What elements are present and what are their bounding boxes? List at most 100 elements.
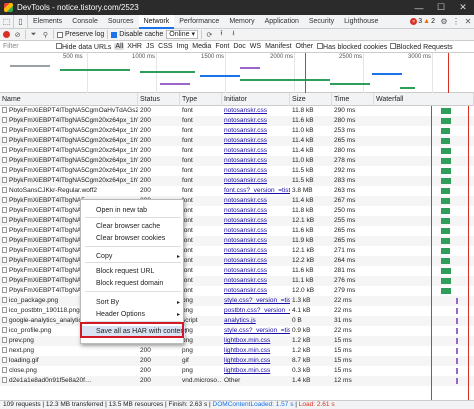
tab-sources[interactable]: Sources — [103, 15, 139, 29]
table-row[interactable]: prev.png200pnglightbox.min.css1.2 kB15 m… — [0, 336, 474, 346]
table-row[interactable]: PbykFmXiEBPT4ITbgNA5CgmOaHvTdAGs2YrNRtoa… — [0, 106, 474, 116]
column-header-waterfall[interactable]: Waterfall — [374, 93, 474, 106]
record-icon[interactable] — [3, 31, 10, 38]
cell-initiator[interactable]: notosanskr.css — [222, 246, 290, 256]
inspect-element-icon[interactable]: ⬚ — [0, 14, 14, 29]
table-row[interactable]: PbykFmXiEBPT4ITbgNA5200fontnotosanskr.cs… — [0, 206, 474, 216]
table-row[interactable]: ico_postbtn_190118.png200pngpostbtn.css?… — [0, 306, 474, 316]
filter-type-all[interactable]: All — [114, 43, 125, 50]
settings-gear-icon[interactable]: ⚙ — [438, 17, 450, 26]
network-conditions-icon[interactable]: ⟳ — [205, 31, 214, 39]
filter-input[interactable]: Filter — [3, 42, 53, 51]
tab-console[interactable]: Console — [67, 15, 103, 29]
cell-initiator[interactable]: notosanskr.css — [222, 216, 290, 226]
table-row[interactable]: PbykFmXiEBPT4ITbgNA5Cgm20xz64px_1hVWr0wu… — [0, 156, 474, 166]
hide-data-urls-checkbox[interactable]: Hide data URLs — [56, 42, 111, 51]
more-options-icon[interactable]: ⋮ — [450, 17, 462, 26]
table-row[interactable]: PbykFmXiEBPT4ITbgNA5200fontnotosanskr.cs… — [0, 226, 474, 236]
minimize-button[interactable]: — — [408, 0, 430, 15]
table-row[interactable]: PbykFmXiEBPT4ITbgNA5200fontnotosanskr.cs… — [0, 236, 474, 246]
cell-initiator[interactable]: Other — [222, 376, 290, 386]
cell-initiator[interactable]: notosanskr.css — [222, 176, 290, 186]
cell-initiator[interactable]: notosanskr.css — [222, 126, 290, 136]
cell-initiator[interactable]: notosanskr.css — [222, 236, 290, 246]
menu-item-header-options[interactable]: Header Options ▸ — [81, 309, 185, 321]
table-row[interactable]: close.png 200 png lightbox.min.css 0.3 kB 15 … — [0, 366, 474, 376]
import-har-icon[interactable]: ⭱ — [217, 29, 226, 40]
table-row[interactable]: PbykFmXiEBPT4ITbgNA5Cgm20xz64px_1hVWr0wu… — [0, 146, 474, 156]
menu-item-clear-browser-cache[interactable]: Clear browser cache — [81, 221, 185, 233]
cell-initiator[interactable]: notosanskr.css — [222, 116, 290, 126]
filter-type-font[interactable]: Font — [214, 43, 230, 50]
table-row[interactable]: PbykFmXiEBPT4ITbgNA5Cgm20xz64px_1hVWr0wu… — [0, 136, 474, 146]
clear-icon[interactable]: ⊘ — [13, 31, 22, 39]
menu-item-clear-browser-cookies[interactable]: Clear browser cookies — [81, 233, 185, 245]
filter-type-ws[interactable]: WS — [249, 43, 262, 50]
filter-icon[interactable]: ⏷ — [29, 31, 38, 39]
menu-item-copy[interactable]: Copy ▸ — [81, 251, 185, 263]
throttling-select[interactable]: Online ▾ — [166, 30, 198, 39]
table-row[interactable]: ico_package.png200pngstyle.css?_version_… — [0, 296, 474, 306]
close-button[interactable]: ✕ — [452, 0, 474, 15]
device-toolbar-icon[interactable]: ▯ — [14, 14, 28, 29]
cell-initiator[interactable]: notosanskr.css — [222, 196, 290, 206]
has-blocked-cookies-checkbox[interactable]: Has blocked cookies — [317, 42, 387, 51]
table-row[interactable]: PbykFmXiEBPT4ITbgNA5200fontnotosanskr.cs… — [0, 196, 474, 206]
table-row[interactable]: NotoSansCJKkr-Regular.woff2 200 font font.c… — [0, 186, 474, 196]
cell-initiator[interactable]: font.css?_version_=tistt — [222, 186, 290, 196]
table-row[interactable]: PbykFmXiEBPT4ITbgNA5Cgm20xz64px_1hVWr0wu… — [0, 126, 474, 136]
column-header-status[interactable]: Status — [138, 93, 180, 106]
cell-initiator[interactable]: notosanskr.css — [222, 146, 290, 156]
blocked-requests-checkbox[interactable]: Blocked Requests — [390, 42, 453, 51]
cell-initiator[interactable]: notosanskr.css — [222, 286, 290, 296]
cell-initiator[interactable]: postbtn.css?_version_= — [222, 306, 290, 316]
issues-badge[interactable]: × 3 ▲ 2 — [410, 18, 435, 25]
table-row[interactable]: next.png 200 png lightbox.min.css 1.2 kB 15 m… — [0, 346, 474, 356]
column-header-time[interactable]: Time — [332, 93, 374, 106]
cell-initiator[interactable]: notosanskr.css — [222, 106, 290, 116]
tab-network[interactable]: Network — [138, 14, 175, 29]
cell-initiator[interactable]: notosanskr.css — [222, 266, 290, 276]
filter-type-js[interactable]: JS — [145, 43, 155, 50]
column-header-name[interactable]: Name — [0, 93, 138, 106]
cell-initiator[interactable]: notosanskr.css — [222, 166, 290, 176]
cell-initiator[interactable]: notosanskr.css — [222, 156, 290, 166]
cell-initiator[interactable]: notosanskr.css — [222, 206, 290, 216]
table-row[interactable]: PbykFmXiEBPT4ITbgNA5200fontnotosanskr.cs… — [0, 216, 474, 226]
cell-initiator[interactable]: notosanskr.css — [222, 256, 290, 266]
table-row[interactable]: PbykFmXiEBPT4ITbgNA5200fontnotosanskr.cs… — [0, 286, 474, 296]
export-har-icon[interactable]: ⭳ — [229, 29, 238, 40]
tab-elements[interactable]: Elements — [28, 15, 67, 29]
tab-memory[interactable]: Memory — [224, 15, 259, 29]
cell-initiator[interactable]: lightbox.min.css — [222, 356, 290, 366]
cell-initiator[interactable]: style.css?_version_=tist — [222, 326, 290, 336]
menu-item-sort-by[interactable]: Sort By ▸ — [81, 297, 185, 309]
maximize-button[interactable]: ☐ — [430, 0, 452, 15]
table-row[interactable]: d2e1a1e8ad0n91f5e8a20f… 200 vnd.microso… Ot… — [0, 376, 474, 386]
table-row[interactable]: ico_profile.png200pngstyle.css?_version_… — [0, 326, 474, 336]
filter-type-other[interactable]: Other — [295, 43, 315, 50]
cell-initiator[interactable]: notosanskr.css — [222, 136, 290, 146]
cell-initiator[interactable]: lightbox.min.css — [222, 366, 290, 376]
column-header-type[interactable]: Type — [180, 93, 222, 106]
table-row[interactable]: PbykFmXiEBPT4ITbgNA5Cgm20xz64px_1hVWr0wu… — [0, 176, 474, 186]
table-row[interactable]: PbykFmXiEBPT4ITbgNA5Cgm20xz64px_1hVWr0wu… — [0, 166, 474, 176]
menu-item-block-request-url[interactable]: Block request URL — [81, 266, 185, 278]
search-icon[interactable]: ⚲ — [41, 31, 50, 39]
menu-item-block-request-domain[interactable]: Block request domain — [81, 278, 185, 290]
cell-initiator[interactable]: style.css?_version_=tist — [222, 296, 290, 306]
filter-type-doc[interactable]: Doc — [232, 43, 246, 50]
cell-initiator[interactable]: notosanskr.css — [222, 226, 290, 236]
tab-application[interactable]: Application — [260, 15, 304, 29]
cell-initiator[interactable]: lightbox.min.css — [222, 346, 290, 356]
cell-initiator[interactable]: lightbox.min.css — [222, 336, 290, 346]
cell-initiator[interactable]: analytics.js — [222, 316, 290, 326]
filter-type-media[interactable]: Media — [191, 43, 212, 50]
tab-lighthouse[interactable]: Lighthouse — [339, 15, 383, 29]
tab-performance[interactable]: Performance — [174, 15, 224, 29]
preserve-log-checkbox[interactable]: Preserve log — [57, 31, 104, 38]
disable-cache-checkbox[interactable]: Disable cache — [111, 31, 163, 38]
network-overview-timeline[interactable]: 500 ms 1000 ms 1500 ms 2000 ms 2500 ms 3000 m… — [0, 53, 474, 93]
column-header-initiator[interactable]: Initiator — [222, 93, 290, 106]
column-header-size[interactable]: Size — [290, 93, 332, 106]
